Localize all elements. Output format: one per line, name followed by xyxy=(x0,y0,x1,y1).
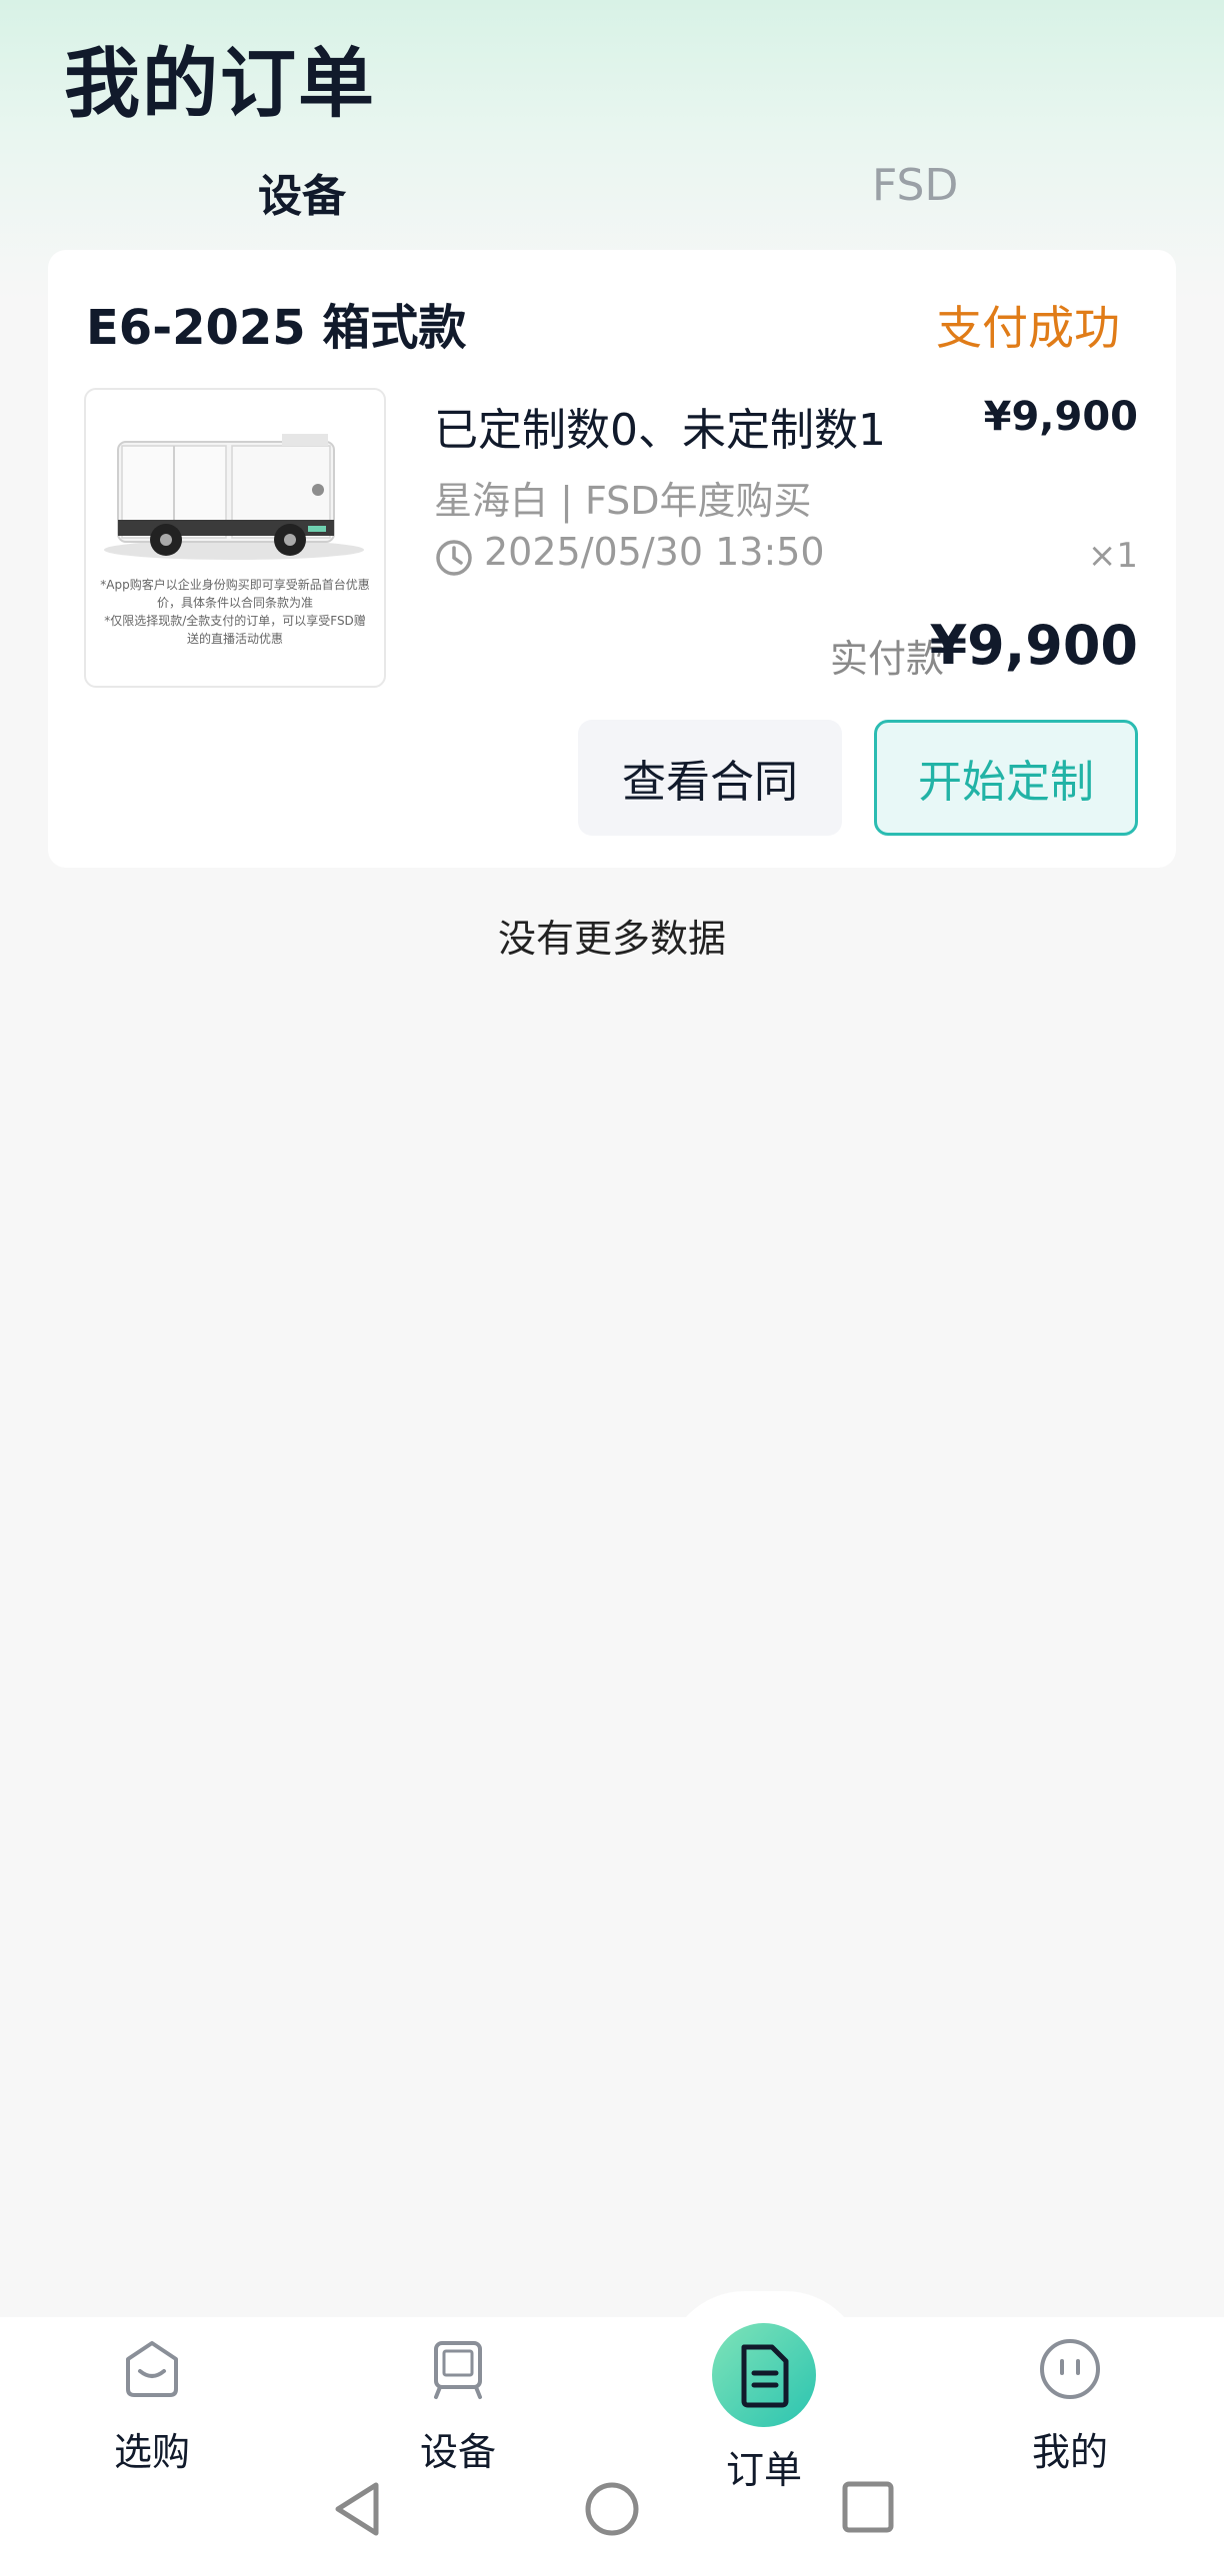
tab-fsd[interactable]: FSD xyxy=(872,160,958,211)
nav-item-devices[interactable]: 设备 xyxy=(368,2337,548,2476)
system-home-icon[interactable] xyxy=(582,2479,642,2539)
shop-bag-icon xyxy=(126,2341,178,2397)
product-image-caption: *App购客户以企业身份购买即可享受新品首台优惠价，具体条件以合同条款为准 *仅… xyxy=(100,576,370,648)
nav-label-devices: 设备 xyxy=(419,2430,496,2474)
paid-amount: ¥9,900 xyxy=(929,614,1138,677)
order-model-name: E6-2025 箱式款 xyxy=(86,300,467,356)
page-title: 我的订单 xyxy=(64,39,376,128)
nav-label-shop: 选购 xyxy=(113,2430,190,2474)
caption-line-2: *仅限选择现款/全款支付的订单，可以享受FSD赠送的直播活动优惠 xyxy=(104,614,366,646)
system-back-icon[interactable] xyxy=(330,2479,386,2539)
caption-line-1: *App购客户以企业身份购买即可享受新品首台优惠价，具体条件以合同条款为准 xyxy=(100,578,370,610)
customization-count: 已定制数0、未定制数1 xyxy=(434,405,886,456)
view-contract-button[interactable]: 查看合同 xyxy=(578,720,842,836)
tab-devices[interactable]: 设备 xyxy=(258,160,346,224)
clock-icon xyxy=(436,540,472,576)
product-image: *App购客户以企业身份购买即可享受新品首台优惠价，具体条件以合同条款为准 *仅… xyxy=(84,388,386,688)
order-document-icon xyxy=(712,2323,816,2427)
profile-face-icon xyxy=(1040,2339,1100,2399)
list-end-text: 没有更多数据 xyxy=(497,917,726,961)
order-time: 2025/05/30 13:50 xyxy=(484,530,825,574)
nav-label-orders: 订单 xyxy=(725,2448,802,2492)
product-variant: 星海白 | FSD年度购买 xyxy=(434,479,812,523)
paid-label: 实付款 xyxy=(830,637,945,681)
nav-item-orders[interactable]: 订单 xyxy=(674,2321,854,2494)
order-status-badge: 支付成功 xyxy=(936,301,1120,355)
nav-label-mine: 我的 xyxy=(1031,2430,1108,2474)
nav-item-mine[interactable]: 我的 xyxy=(980,2337,1160,2476)
start-customize-button[interactable]: 开始定制 xyxy=(874,720,1138,836)
order-quantity: ×1 xyxy=(1087,536,1138,576)
system-recents-icon[interactable] xyxy=(840,2479,896,2535)
nav-item-shop[interactable]: 选购 xyxy=(62,2337,242,2476)
device-icon xyxy=(434,2341,482,2399)
unit-price: ¥9,900 xyxy=(983,394,1138,440)
